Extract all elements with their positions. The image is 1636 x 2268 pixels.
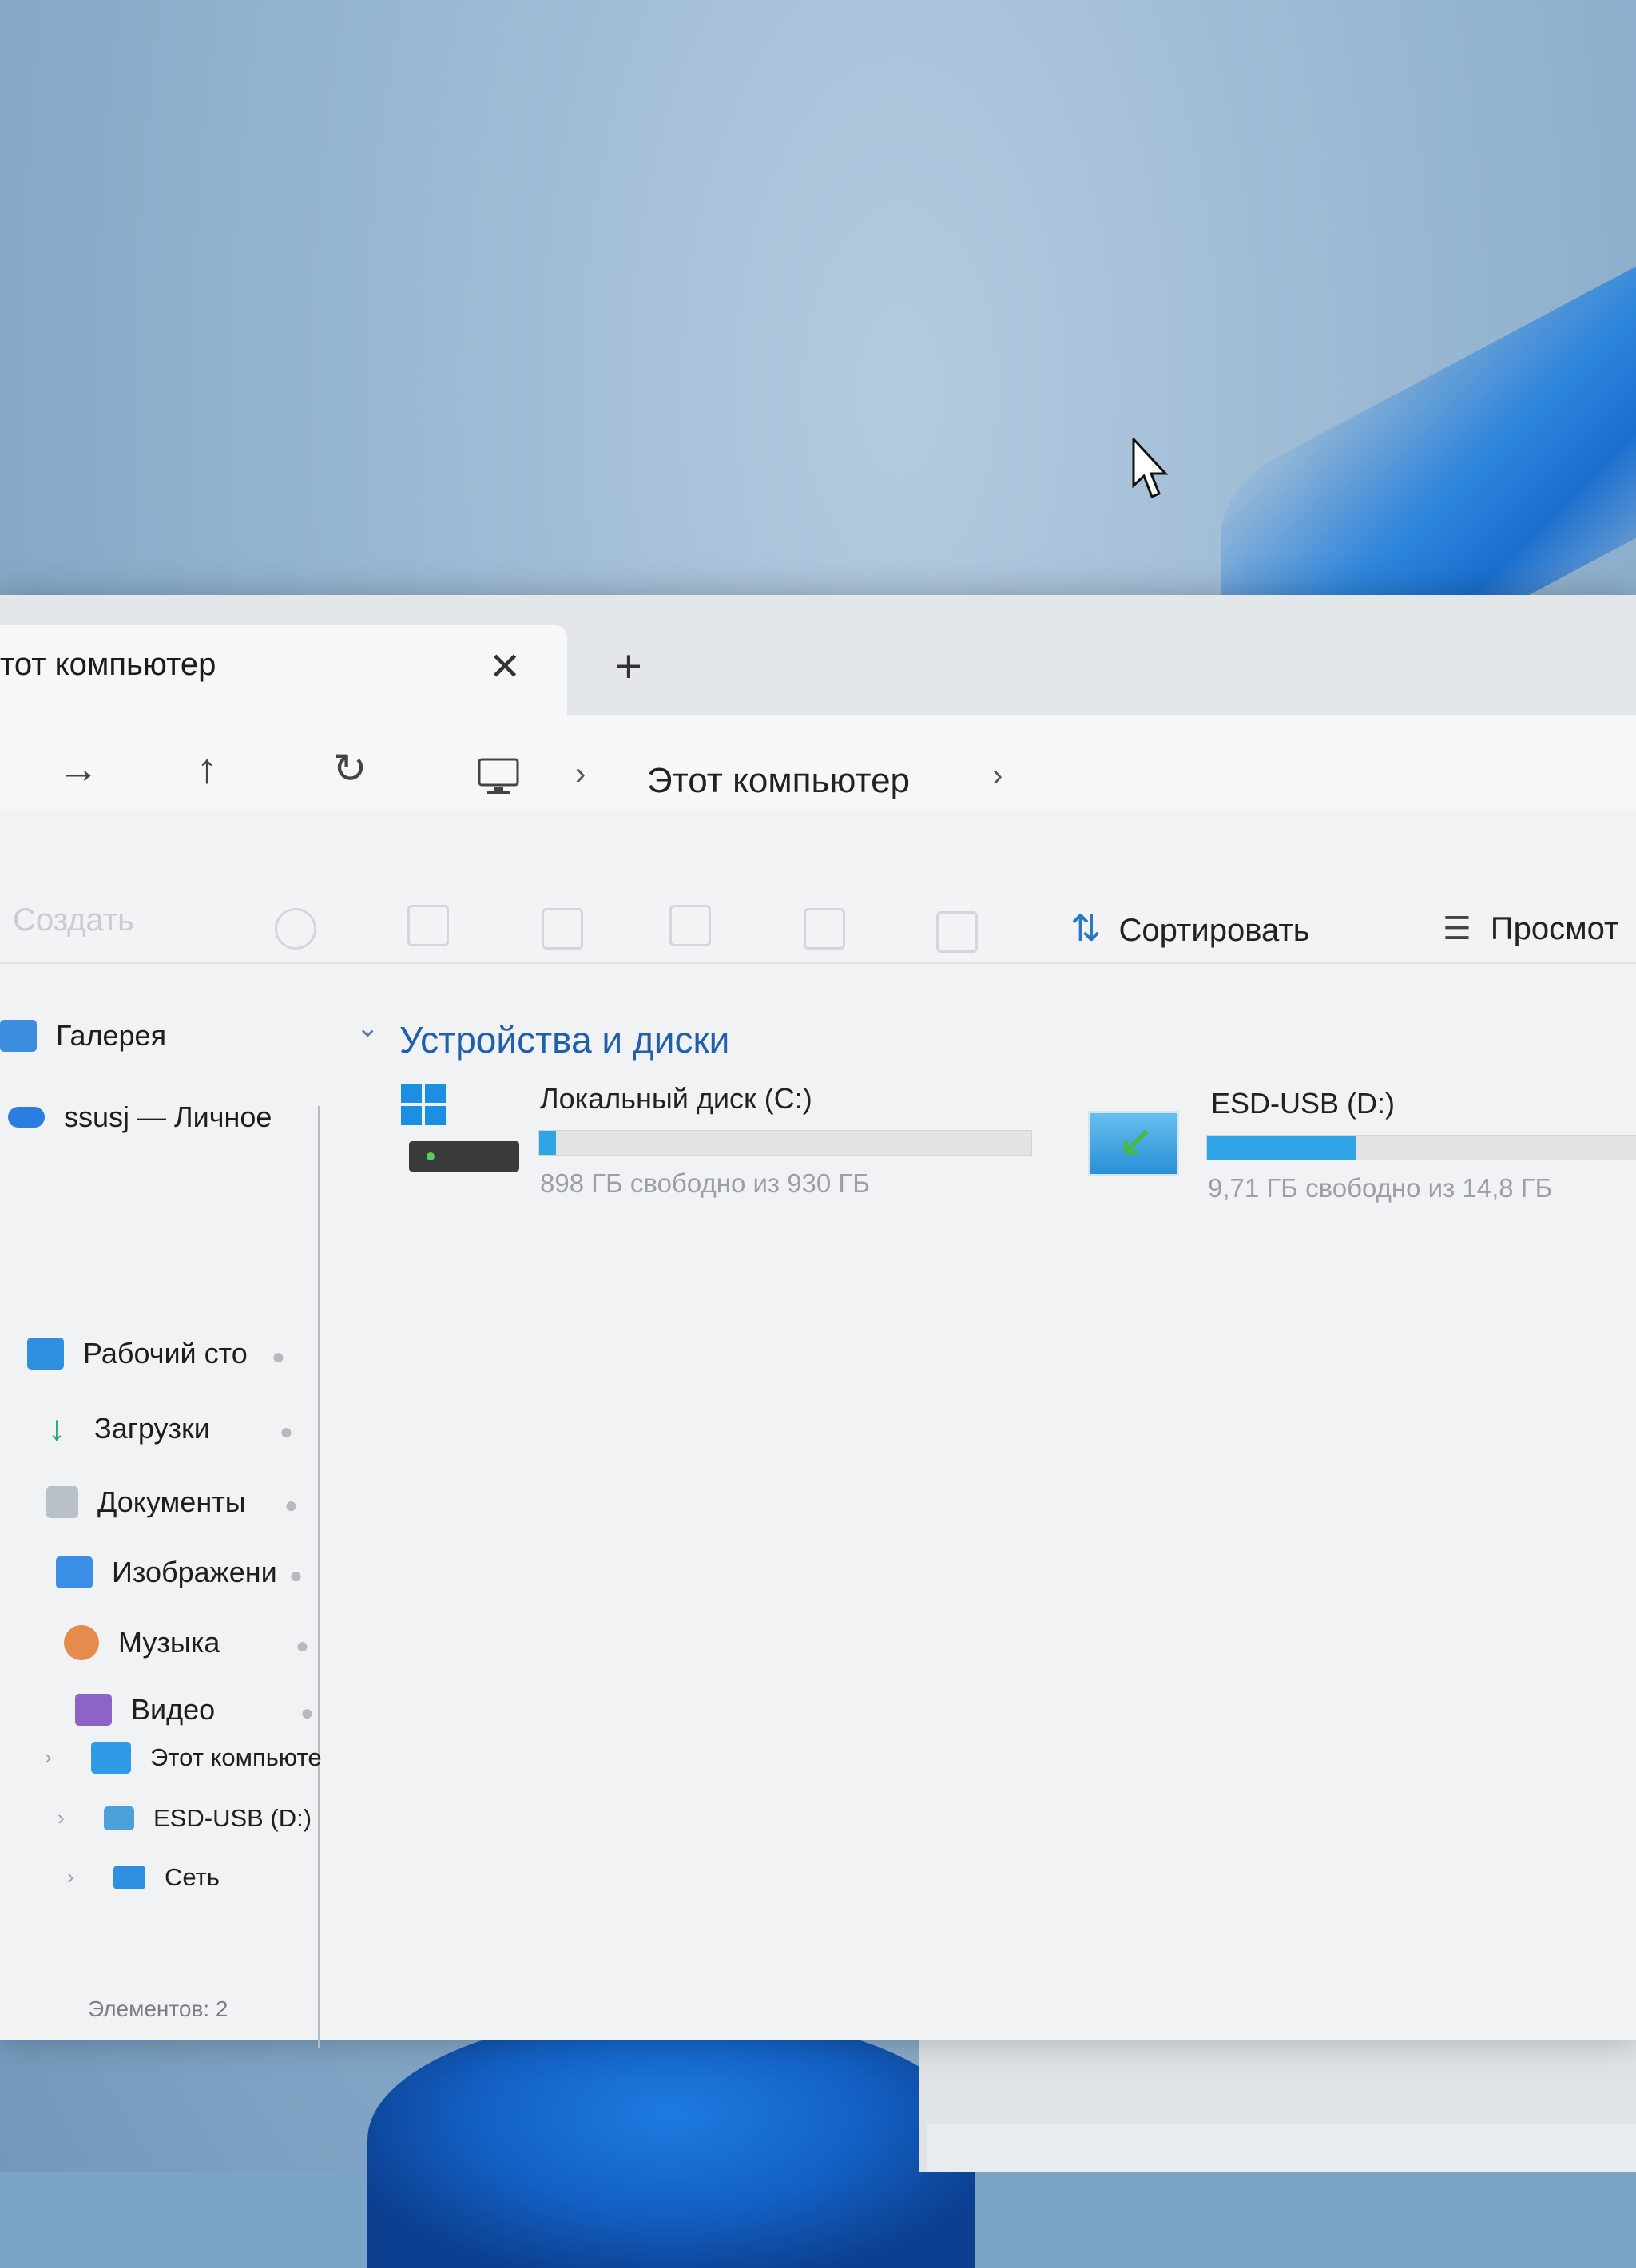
drive-usage-fill [1207,1136,1356,1160]
delete-icon[interactable] [936,911,978,953]
sidebar-label: Галерея [56,1019,167,1052]
paste-icon[interactable] [542,908,583,950]
sidebar-label: Видео [131,1693,216,1726]
breadcrumb-expand-chevron[interactable]: › [992,758,1003,794]
sidebar-item-videos[interactable]: Видео [75,1684,215,1735]
computer-icon[interactable] [476,755,521,799]
breadcrumb-this-pc[interactable]: Этот компьютер [647,761,910,801]
pictures-icon [56,1556,93,1588]
sidebar-label: ESD-USB (D:) [153,1804,312,1832]
gallery-icon [0,1020,37,1052]
sort-button[interactable]: ⇅ Сортировать [1070,906,1310,950]
pin-icon[interactable]: ● [300,1700,314,1726]
drive-usage-bar [1206,1135,1636,1160]
sort-label: Сортировать [1118,913,1310,948]
drive-usage-bar [538,1130,1032,1156]
rename-icon[interactable] [669,905,711,946]
up-button[interactable]: ↑ [197,745,217,793]
collapse-section-chevron[interactable]: ⌄ [356,1012,379,1044]
forward-button[interactable]: → [58,745,99,793]
cut-icon[interactable] [275,908,316,950]
drive-c[interactable]: Локальный диск (C:) 898 ГБ свободно из 9… [399,1082,1038,1226]
sidebar-divider [318,1106,320,2048]
sidebar-label: Рабочий сто [83,1337,248,1370]
view-label: Просмот [1490,911,1619,946]
close-tab-icon[interactable]: ✕ [489,644,521,689]
drive-free-space: 9,71 ГБ свободно из 14,8 ГБ [1208,1173,1553,1203]
videos-icon [75,1694,112,1726]
sidebar-label: Документы [97,1485,246,1518]
sidebar-label: Этот компьюте [150,1743,322,1771]
pin-icon[interactable]: ● [280,1419,293,1445]
drive-usage-fill [539,1131,556,1155]
documents-icon [46,1486,78,1518]
wallpaper-bloom-bottom [367,2012,975,2268]
sidebar-item-documents[interactable]: Документы [46,1477,246,1528]
view-button[interactable]: ☰ Просмот [1443,910,1618,947]
mouse-cursor-icon [1132,438,1169,499]
sidebar-item-network[interactable]: Сеть [113,1852,220,1903]
copy-icon[interactable] [407,905,449,946]
network-icon [113,1866,145,1889]
sidebar-label: Изображени [112,1556,277,1588]
pin-icon[interactable]: ● [284,1493,298,1518]
usb-drive-icon [104,1806,134,1830]
sidebar-label: ssusj — Личное [64,1100,272,1133]
breadcrumb-separator[interactable]: › [575,756,586,792]
sidebar-label: Сеть [165,1863,220,1891]
sidebar-label: Загрузки [94,1412,210,1445]
share-icon[interactable] [804,908,845,950]
pin-icon[interactable]: ● [272,1344,285,1370]
usb-installer-drive-icon: ↙ [1088,1111,1179,1176]
music-icon [64,1625,99,1660]
hard-drive-icon [409,1141,519,1172]
onedrive-cloud-icon [8,1107,45,1128]
drive-free-space: 898 ГБ свободно из 930 ГБ [540,1168,870,1198]
new-tab-button[interactable]: + [615,640,642,693]
drive-name: Локальный диск (C:) [540,1082,812,1115]
drive-name: ESD-USB (D:) [1211,1087,1396,1120]
file-explorer-window: тот компьютер ✕ + → ↑ ↻ › Этот компьютер… [0,595,1636,2048]
background-window-strip [927,2124,1636,2172]
status-item-count: Элементов: 2 [88,1996,228,2021]
sidebar-label: Музыка [118,1626,220,1659]
sidebar-item-music[interactable]: Музыка [64,1617,220,1668]
sidebar-item-this-pc[interactable]: Этот компьюте [91,1732,322,1783]
sort-icon: ⇅ [1070,907,1102,949]
expand-this-pc-chevron[interactable]: › [45,1745,52,1770]
this-pc-icon [91,1742,131,1774]
expand-network-chevron[interactable]: › [67,1865,74,1889]
sidebar-item-gallery[interactable]: Галерея [0,1010,166,1061]
pin-icon[interactable]: ● [296,1633,309,1659]
pin-icon[interactable]: ● [289,1563,303,1588]
sidebar-item-downloads[interactable]: ↓ Загрузки [38,1403,210,1454]
tab-bar: тот компьютер ✕ + [0,595,1636,715]
sidebar-item-pictures[interactable]: Изображени [56,1547,277,1598]
sidebar-item-onedrive[interactable]: ssusj — Личное [8,1092,272,1143]
windows-logo-icon [401,1084,446,1125]
sidebar-item-esd-usb[interactable]: ESD-USB (D:) [104,1793,312,1844]
section-devices-and-drives[interactable]: Устройства и диски [399,1018,729,1061]
download-arrow-icon: ↓ [48,1409,66,1448]
tab-title: тот компьютер [0,647,216,682]
create-button[interactable]: Создать [13,902,134,938]
refresh-button[interactable]: ↻ [332,745,367,793]
view-icon: ☰ [1443,911,1471,946]
expand-esd-usb-chevron[interactable]: › [58,1806,65,1830]
desktop-icon [27,1338,64,1370]
drive-d[interactable]: ↙ ESD-USB (D:) 9,71 ГБ свободно из 14,8 … [1083,1082,1636,1226]
sidebar-item-desktop[interactable]: Рабочий сто [27,1328,248,1379]
